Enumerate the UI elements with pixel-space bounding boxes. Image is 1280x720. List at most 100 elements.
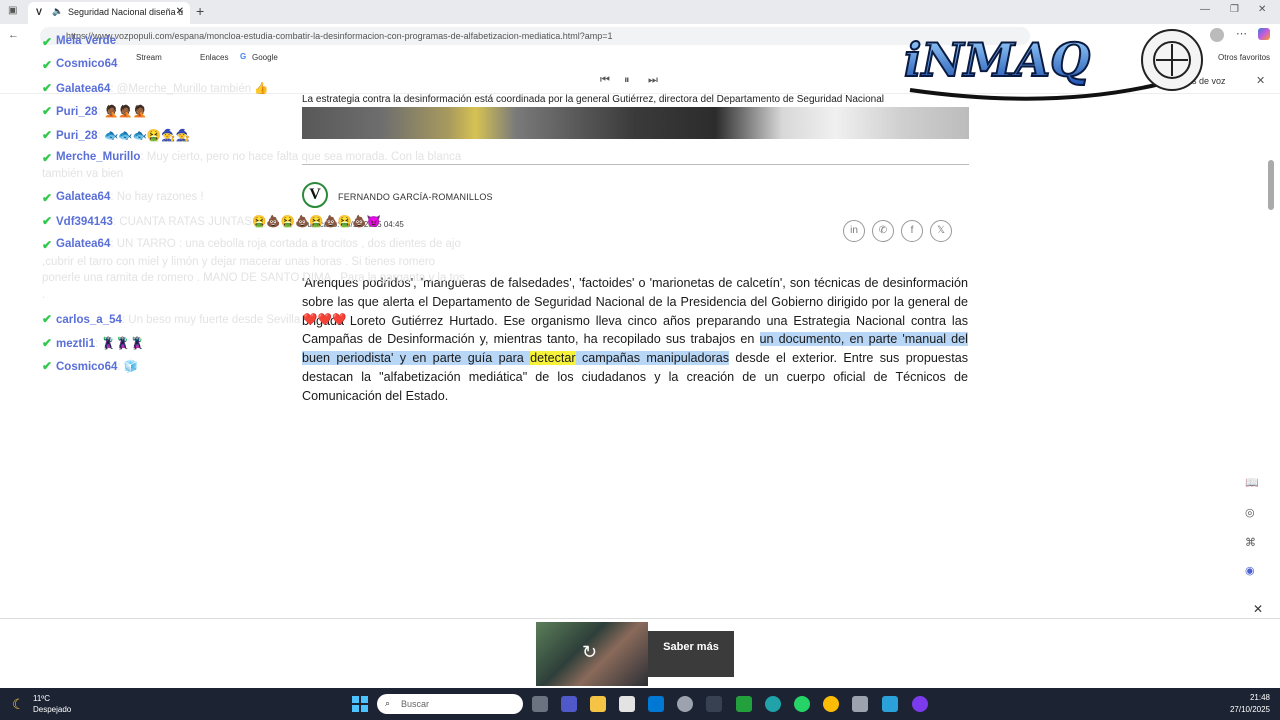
verified-icon: ✔ [42, 58, 53, 72]
verified-icon: ✔ [42, 81, 53, 95]
verified-icon: ✔ [42, 128, 53, 142]
chat-message: ✔ Cosmico64: 🧊 [42, 359, 139, 373]
minimize-icon[interactable]: — [1200, 4, 1210, 15]
chat-message: ✔ meztli1: 🦹🦹🦹 [42, 336, 145, 350]
assistant-icon[interactable]: ◉ [1245, 564, 1255, 577]
store-icon[interactable] [619, 696, 635, 712]
scrollbar-thumb[interactable] [1268, 160, 1274, 210]
tab-bar: ▣ V 🔈 Seguridad Nacional diseña u ✕ + — … [0, 0, 1280, 24]
chrome-icon[interactable] [823, 696, 839, 712]
teams-icon[interactable] [561, 696, 577, 712]
settings-icon[interactable] [677, 696, 693, 712]
chat-username: Vdf394143 [56, 216, 113, 228]
back-icon[interactable]: ← [8, 29, 19, 41]
author-logo: V [302, 182, 328, 208]
moon-icon: ☾ [12, 696, 25, 712]
file-explorer-icon[interactable] [590, 696, 606, 712]
whatsapp-taskbar-icon[interactable] [794, 696, 810, 712]
chat-message: ✔ Vdf394143: CUANTA RATAS JUNTAS🤮💩🤮💩🤮💩🤮💩😈 [42, 214, 381, 228]
chat-text: ,cubrir el tarro con miel y limón y deja… [42, 256, 436, 268]
highlighted-word: detectar [530, 351, 576, 366]
verified-icon: ✔ [42, 336, 53, 350]
verified-icon: ✔ [42, 238, 53, 252]
maximize-icon[interactable]: ❐ [1230, 4, 1239, 15]
weather-desc[interactable]: Despejado [33, 705, 71, 714]
learn-more-button[interactable]: Saber más [648, 631, 734, 677]
facebook-icon[interactable]: f [901, 220, 923, 242]
author-name[interactable]: FERNANDO GARCÍA-ROMANILLOS [338, 192, 493, 202]
chat-message: ✔ Puri_28: 🐟🐟🐟🤮🧙🧙 [42, 128, 190, 142]
next-icon[interactable]: ⏭ [648, 74, 658, 87]
close-tab-icon[interactable]: ✕ [176, 6, 184, 17]
chat-message: ponerle una ramita de romero . MANO DE S… [42, 272, 465, 284]
url-field[interactable]: https://www.vozpopuli.com/espana/moncloa… [40, 27, 1030, 45]
chat-text: : CUANTA RATAS JUNTAS🤮💩🤮💩🤮💩🤮💩😈 [112, 216, 381, 228]
x-icon[interactable]: 𝕏 [930, 220, 952, 242]
verified-icon: ✔ [42, 151, 53, 165]
speaker-icon[interactable]: 🔈 [52, 6, 63, 17]
book-icon[interactable]: 📖 [1245, 476, 1259, 489]
linkedin-icon[interactable]: in [843, 220, 865, 242]
chat-username: Mela Verde [56, 35, 117, 47]
clock-time[interactable]: 21:48 [1244, 693, 1270, 702]
ad-image[interactable]: ↻ [536, 622, 648, 686]
profile-avatar[interactable] [1210, 28, 1224, 42]
previous-icon[interactable]: ⏮ [600, 74, 610, 87]
chat-message: ✔ Galatea64: UN TARRO : una cebolla roja … [42, 238, 461, 252]
verified-icon: ✔ [42, 104, 53, 118]
tab-title: Seguridad Nacional diseña u [68, 7, 184, 17]
chat-message: ✔ Mela Verde: [42, 35, 120, 49]
copilot-icon[interactable] [1258, 28, 1270, 40]
verified-icon: ✔ [42, 191, 53, 205]
bookmark-google[interactable]: Google [252, 53, 278, 62]
app2-icon[interactable] [852, 696, 868, 712]
tab-actions-icon[interactable]: ▣ [8, 5, 17, 16]
task-view-icon[interactable] [532, 696, 548, 712]
app-icon[interactable] [706, 696, 722, 712]
chat-username: carlos_a_54 [56, 314, 122, 326]
windows-start-icon[interactable] [352, 696, 368, 712]
outlook-icon[interactable] [648, 696, 664, 712]
chat-username: Cosmico64 [56, 361, 118, 373]
close-reader-icon[interactable]: ✕ [1256, 74, 1265, 87]
chat-text: : [117, 58, 121, 70]
whatsapp-icon[interactable]: ✆ [872, 220, 894, 242]
shortcut-icon[interactable]: ⌘ [1245, 536, 1256, 549]
close-window-icon[interactable]: ✕ [1258, 4, 1266, 15]
search-placeholder: Buscar [401, 699, 430, 709]
chat-text: : 🤦🏾🤦🏾🤦🏾 [97, 106, 147, 118]
chat-username: Cosmico64 [56, 58, 118, 70]
browser-tab[interactable]: V 🔈 Seguridad Nacional diseña u ✕ [28, 2, 190, 24]
chat-username: Galatea64 [56, 83, 111, 95]
chat-message: ✔ Merche_Murillo: Muy cierto, pero no hac… [42, 151, 461, 165]
article-photo [302, 107, 969, 139]
chat-message: ✔ Galatea64: No hay razones ! [42, 191, 204, 205]
bookmark-enlaces[interactable]: Enlaces [200, 53, 228, 62]
other-favorites[interactable]: Otros favoritos [1218, 53, 1270, 62]
close-ad-icon[interactable]: ✕ [1253, 602, 1263, 616]
chat-text: : 🧊 [117, 361, 139, 373]
location-icon[interactable]: ◎ [1245, 506, 1255, 519]
app3-icon[interactable] [912, 696, 928, 712]
chat-text: : 🐟🐟🐟🤮🧙🧙 [97, 130, 190, 142]
chat-text: : Un beso muy fuerte desde Sevilla ❤️❤️❤… [121, 314, 347, 326]
bookmark-stream[interactable]: Stream [136, 53, 162, 62]
replay-icon[interactable]: ↻ [582, 642, 597, 663]
chat-text: : 🦹🦹🦹 [95, 338, 145, 350]
weather-temp[interactable]: 11ºC [33, 694, 50, 703]
chat-text: . [42, 289, 46, 301]
photo-caption: La estrategia contra la desinformación e… [302, 94, 885, 105]
inmaq-logo: iNMAQ [903, 29, 1203, 101]
green-app-icon[interactable] [736, 696, 752, 712]
telegram-icon[interactable] [882, 696, 898, 712]
chat-message: ✔ Puri_28: 🤦🏾🤦🏾🤦🏾 [42, 104, 147, 118]
taskbar-search[interactable]: ⌕ Buscar [377, 694, 523, 714]
edge-icon[interactable] [765, 696, 781, 712]
clock-date[interactable]: 27/10/2025 [1222, 705, 1270, 714]
chat-text: : [116, 35, 120, 47]
verified-icon: ✔ [42, 35, 53, 49]
more-icon[interactable]: ⋯ [1236, 27, 1247, 40]
new-tab-icon[interactable]: + [196, 3, 204, 19]
pause-icon[interactable]: ⏸ [624, 74, 630, 87]
chat-message: . [42, 289, 45, 301]
